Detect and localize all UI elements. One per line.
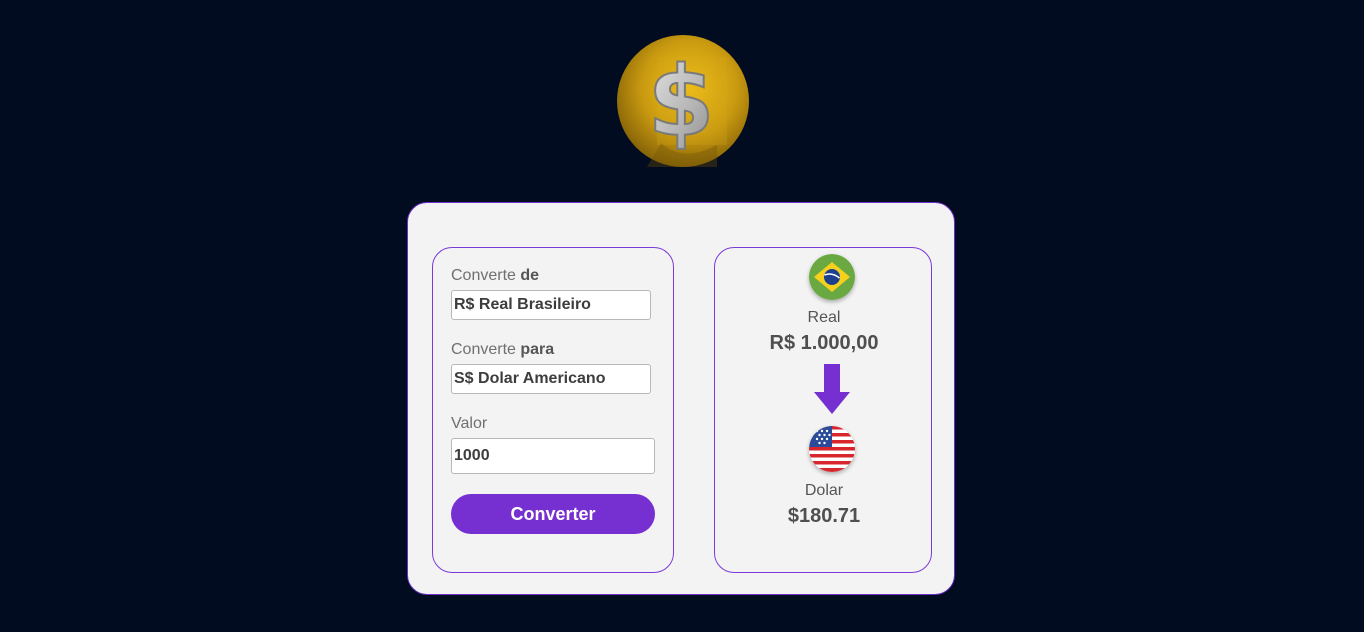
- from-currency-label: Converte de: [451, 267, 540, 284]
- to-currency-select[interactable]: S$ Dolar Americano: [451, 364, 651, 394]
- convert-button[interactable]: Converter: [451, 494, 655, 534]
- svg-text:$: $: [648, 46, 715, 158]
- from-currency-select[interactable]: R$ Real Brasileiro: [451, 290, 651, 320]
- to-currency-label: Converte para: [451, 341, 555, 358]
- page: $ Converte de R$ Real Brasileiro Convert…: [0, 0, 1364, 632]
- from-currency-name: Real: [807, 309, 841, 326]
- converter-card: Converte de R$ Real Brasileiro Converte …: [407, 202, 955, 595]
- conversion-form: Converte de R$ Real Brasileiro Converte …: [432, 247, 674, 573]
- value-label: Valor: [451, 415, 488, 432]
- dollar-coin-logo-icon: $: [617, 35, 749, 167]
- arrow-down-icon: [814, 364, 850, 414]
- usa-flag-icon: [809, 426, 855, 472]
- to-currency-value: $180.71: [787, 505, 861, 527]
- brazil-flag-icon: [809, 254, 855, 300]
- to-currency-name: Dolar: [804, 482, 844, 499]
- from-currency-value: R$ 1.000,00: [769, 332, 879, 354]
- conversion-result: Real R$ 1.000,00 Dolar $180.71: [714, 247, 932, 573]
- value-input[interactable]: 1000: [451, 438, 655, 474]
